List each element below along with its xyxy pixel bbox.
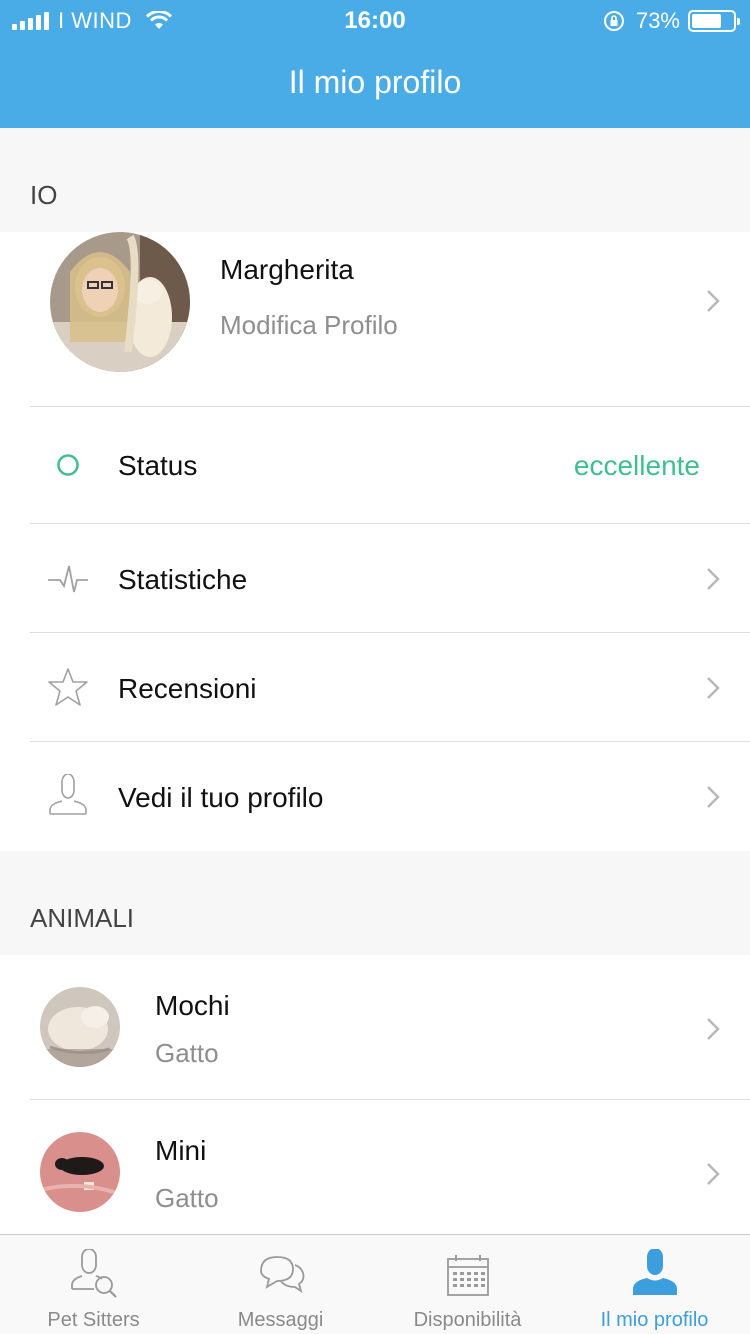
profile-name: Margherita bbox=[220, 254, 354, 285]
view-profile-label: Vedi il tuo profilo bbox=[118, 782, 324, 813]
rotation-lock-icon bbox=[603, 11, 624, 31]
status-label: Status bbox=[118, 450, 198, 481]
pet-sitters-icon bbox=[70, 1249, 117, 1298]
tab-my-profile[interactable]: Il mio profilo bbox=[561, 1235, 748, 1334]
profile-avatar bbox=[50, 232, 190, 372]
tab-label: Il mio profilo bbox=[600, 1309, 709, 1331]
user-outline-icon bbox=[49, 774, 87, 815]
messages-icon bbox=[259, 1256, 304, 1294]
pet-type: Gatto bbox=[155, 1038, 219, 1068]
chevron-right-icon bbox=[707, 677, 720, 699]
statistics-label: Statistiche bbox=[118, 564, 248, 595]
profile-icon bbox=[632, 1249, 677, 1295]
battery-icon bbox=[688, 10, 740, 32]
reviews-row[interactable]: Recensioni bbox=[0, 633, 750, 742]
profile-row[interactable]: Margherita Modifica Profilo bbox=[0, 232, 750, 407]
battery-percent: 73% bbox=[635, 8, 680, 33]
tab-label: Pet Sitters bbox=[47, 1309, 140, 1331]
pet-name: Mochi bbox=[155, 990, 230, 1021]
activity-pulse-icon bbox=[48, 565, 88, 593]
top-bar: I WIND 16:00 73% Il mio profilo bbox=[0, 0, 750, 128]
pet-row[interactable]: Mini Gatto bbox=[0, 1100, 750, 1234]
tab-messages[interactable]: Messaggi bbox=[187, 1235, 374, 1334]
pet-name: Mini bbox=[155, 1135, 207, 1166]
status-circle-icon bbox=[57, 454, 79, 476]
star-icon bbox=[48, 668, 88, 706]
tab-availability[interactable]: Disponibilità bbox=[374, 1235, 561, 1334]
edit-profile-label: Modifica Profilo bbox=[220, 310, 398, 340]
view-profile-row[interactable]: Vedi il tuo profilo bbox=[0, 742, 750, 851]
reviews-label: Recensioni bbox=[118, 673, 257, 704]
pet-avatar bbox=[40, 987, 120, 1067]
status-row: Status eccellente bbox=[0, 407, 750, 523]
pet-avatar bbox=[40, 1132, 120, 1212]
tab-label: Messaggi bbox=[237, 1309, 324, 1331]
tab-label: Disponibilità bbox=[413, 1309, 522, 1331]
pet-row[interactable]: Mochi Gatto bbox=[0, 955, 750, 1100]
chevron-right-icon bbox=[707, 1163, 720, 1185]
chevron-right-icon bbox=[707, 1018, 720, 1040]
profile-card: Margherita Modifica Profilo Status eccel… bbox=[0, 232, 750, 851]
chevron-right-icon bbox=[707, 786, 720, 808]
page-title: Il mio profilo bbox=[288, 64, 462, 100]
section-header-me: IO bbox=[0, 128, 750, 232]
tab-bar: Pet Sitters Messaggi Disponibilità Il mi… bbox=[0, 1234, 750, 1334]
pet-type: Gatto bbox=[155, 1183, 219, 1213]
tab-pet-sitters[interactable]: Pet Sitters bbox=[0, 1235, 187, 1334]
calendar-icon bbox=[446, 1255, 489, 1296]
pets-list: Mochi Gatto Mini Gatto bbox=[0, 955, 750, 1234]
status-bar: I WIND 16:00 73% bbox=[0, 0, 750, 40]
status-value: eccellente bbox=[573, 450, 700, 481]
chevron-right-icon bbox=[707, 290, 720, 312]
chevron-right-icon bbox=[707, 568, 720, 590]
section-header-animals: ANIMALI bbox=[0, 851, 750, 955]
statistics-row[interactable]: Statistiche bbox=[0, 524, 750, 633]
